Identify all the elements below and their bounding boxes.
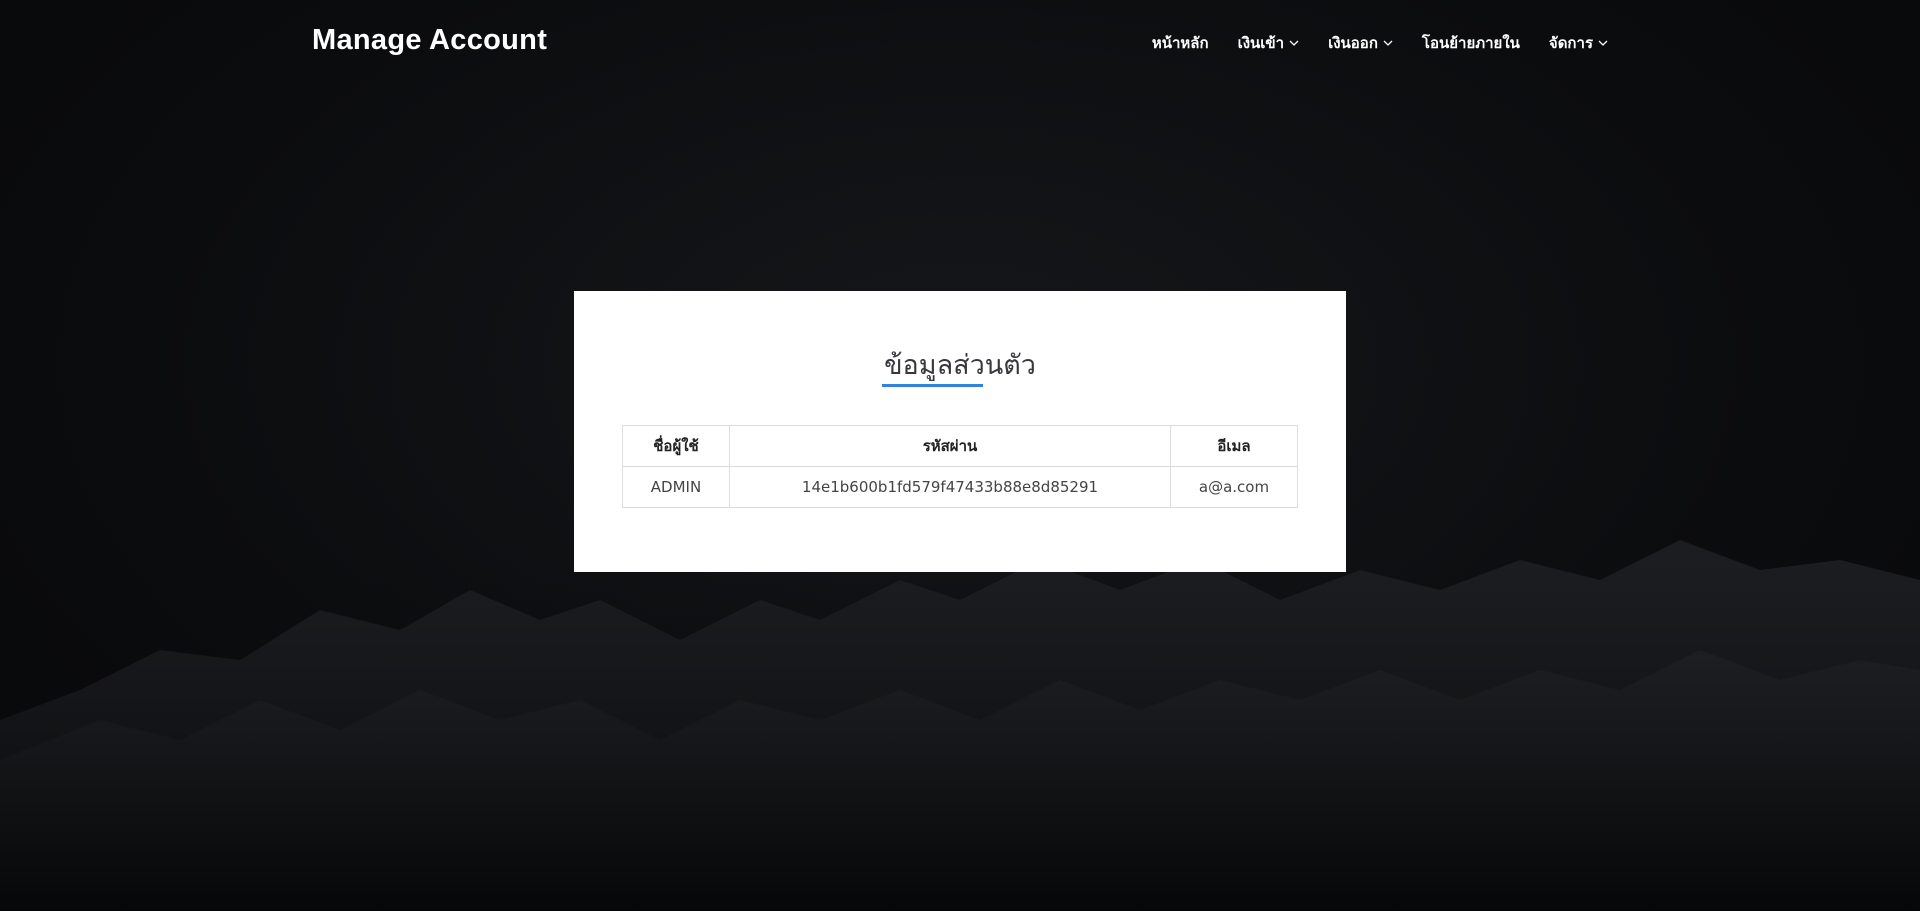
chevron-down-icon xyxy=(1598,40,1608,46)
nav-item-label: เงินออก xyxy=(1328,34,1378,52)
nav-item-label: หน้าหลัก xyxy=(1151,34,1209,52)
title-underline xyxy=(882,384,983,387)
nav-item-transfer[interactable]: โอนย้ายภายใน xyxy=(1422,31,1520,55)
brand-title[interactable]: Manage Account xyxy=(312,24,547,57)
column-header-password: รหัสผ่าน xyxy=(729,425,1171,467)
chevron-down-icon xyxy=(1289,40,1299,46)
nav-item-manage[interactable]: จัดการ xyxy=(1549,31,1608,55)
column-header-username: ชื่อผู้ใช้ xyxy=(622,425,730,467)
nav-item-label: โอนย้ายภายใน xyxy=(1421,34,1520,52)
nav-item-label: จัดการ xyxy=(1548,34,1593,52)
cell-email: a@a.com xyxy=(1170,466,1298,508)
profile-table: ชื่อผู้ใช้ รหัสผ่าน อีเมล ADMIN 14e1b600… xyxy=(622,425,1298,508)
chevron-down-icon xyxy=(1383,40,1393,46)
cell-password: 14e1b600b1fd579f47433b88e8d85291 xyxy=(729,466,1171,508)
column-header-email: อีเมล xyxy=(1170,425,1298,467)
top-navbar: Manage Account หน้าหลัก เงินเข้า เงินออก… xyxy=(0,0,1920,86)
nav-item-home[interactable]: หน้าหลัก xyxy=(1152,31,1209,55)
nav-item-income[interactable]: เงินเข้า xyxy=(1238,31,1300,55)
main-nav: หน้าหลัก เงินเข้า เงินออก โอนย้ายภายใน จ… xyxy=(1152,31,1608,55)
table-header-row: ชื่อผู้ใช้ รหัสผ่าน อีเมล xyxy=(622,425,1298,467)
table-row: ADMIN 14e1b600b1fd579f47433b88e8d85291 a… xyxy=(622,466,1298,508)
profile-card: ข้อมูลส่วนตัว ชื่อผู้ใช้ รหัสผ่าน อีเมล … xyxy=(574,291,1346,572)
nav-item-expense[interactable]: เงินออก xyxy=(1328,31,1393,55)
nav-item-label: เงินเข้า xyxy=(1237,34,1285,52)
cell-username: ADMIN xyxy=(622,466,730,508)
